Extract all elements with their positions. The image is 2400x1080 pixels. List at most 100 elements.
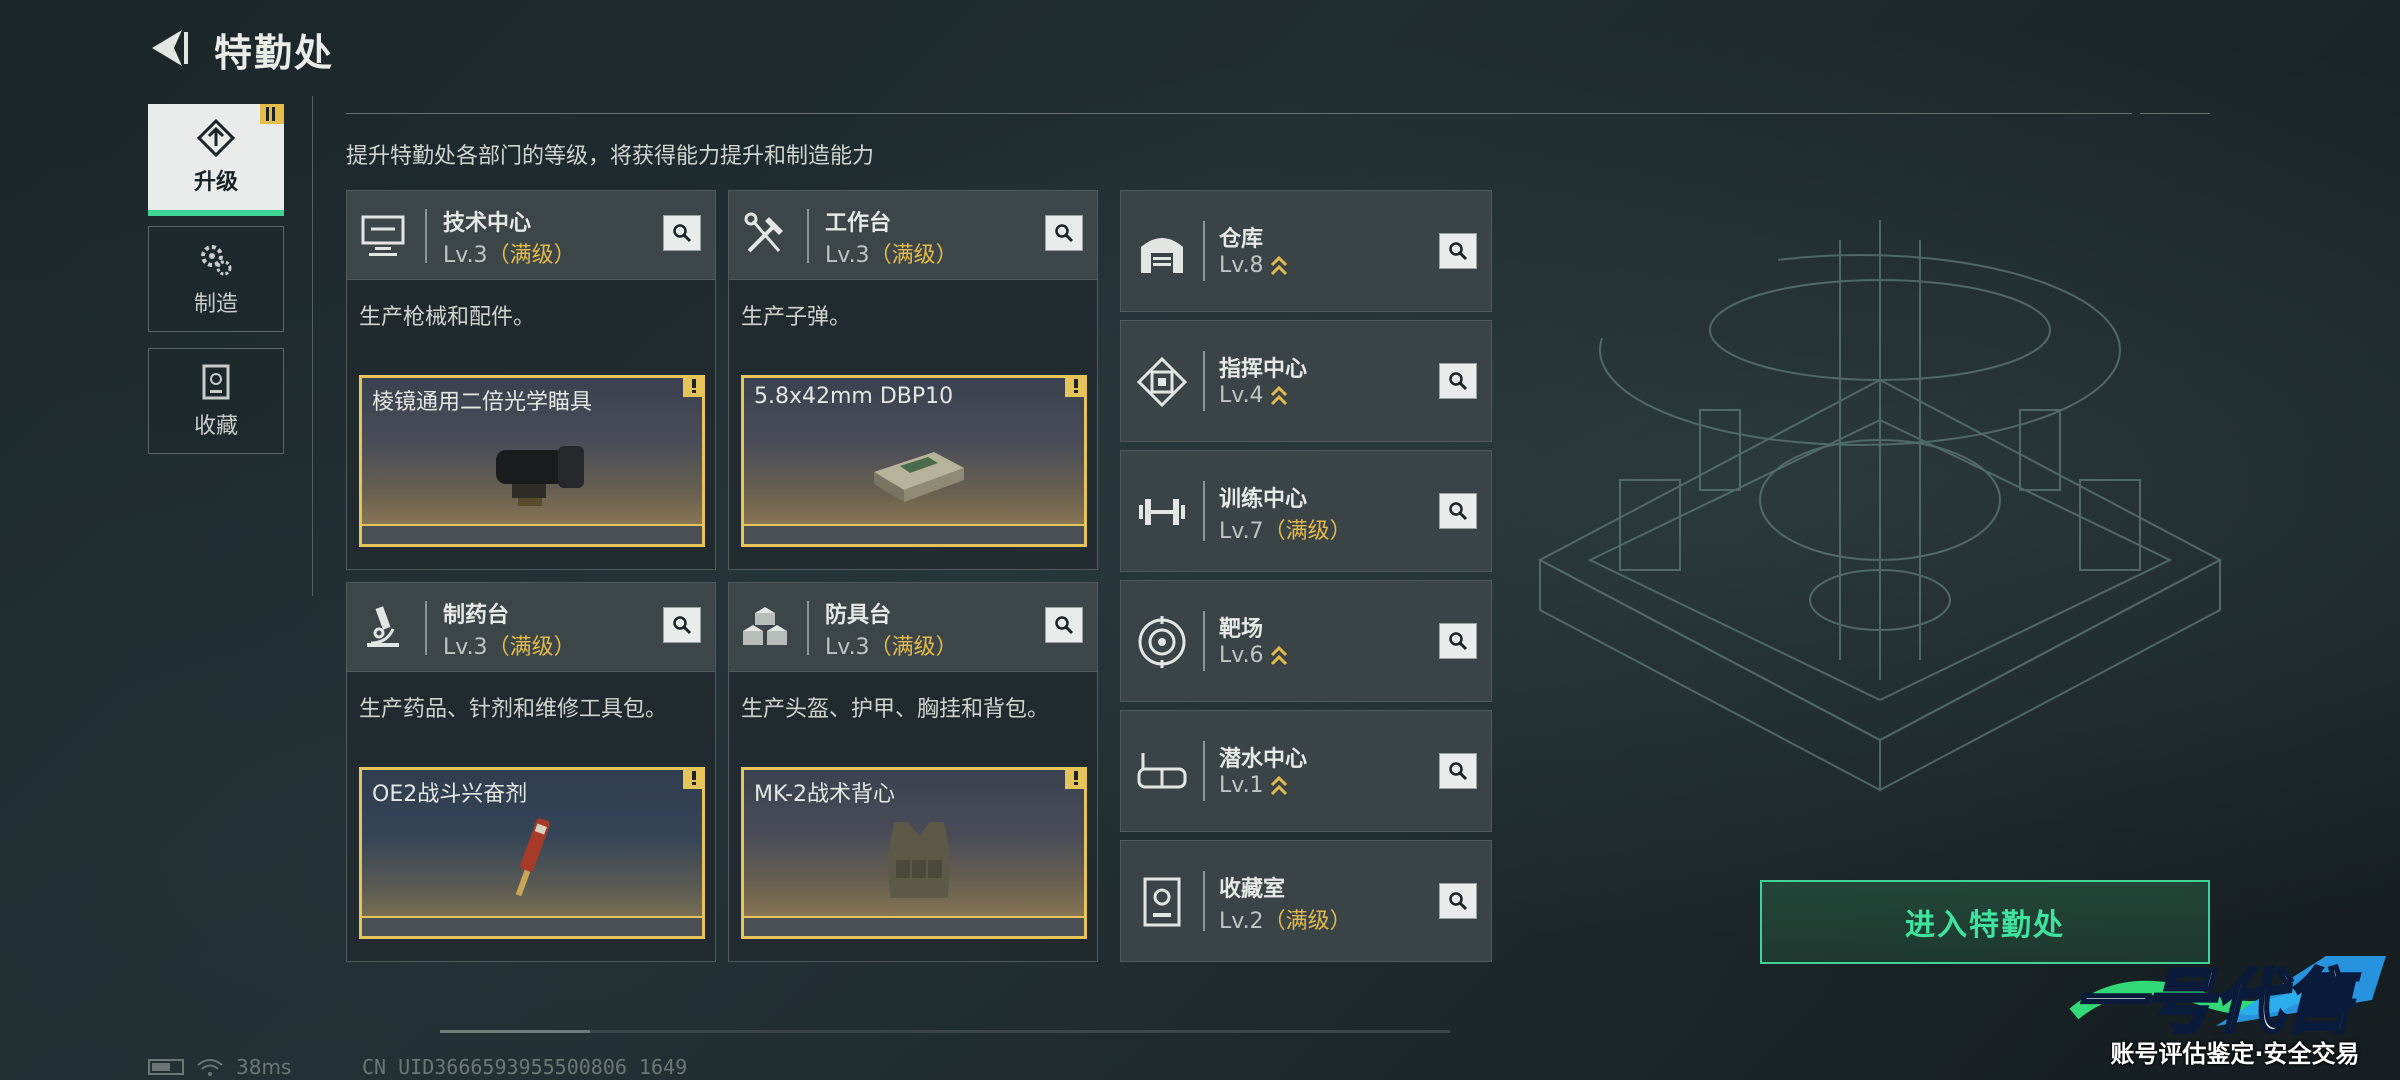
facility-name: 仓库 — [1219, 227, 1264, 252]
divider — [2140, 113, 2210, 114]
facility-level: Lv.1 — [1219, 773, 1288, 799]
craft-item-slot[interactable]: 5.8x42mm DBP10 — [741, 375, 1087, 547]
inspect-button[interactable] — [1045, 215, 1083, 251]
search-icon — [1055, 616, 1074, 635]
facility-level: Lv.4 — [1219, 383, 1288, 409]
facility-description: 生产头盔、护甲、胸挂和背包。 — [741, 697, 1050, 722]
facility-name: 工作台 — [825, 211, 892, 236]
facility-card-workbench[interactable]: 工作台 Lv.3（满级） 生产子弹。 5.8x42mm DBP10 — [728, 190, 1098, 570]
dumbbell-icon — [1139, 499, 1185, 525]
inspect-button[interactable] — [1439, 753, 1477, 789]
trophy-case-icon — [202, 364, 230, 400]
search-icon — [1449, 892, 1468, 911]
monitor-icon — [361, 215, 405, 256]
scope-image — [496, 446, 584, 506]
facility-name: 指挥中心 — [1219, 357, 1308, 382]
search-icon — [1449, 502, 1468, 521]
facility-level: Lv.6 — [1219, 643, 1288, 669]
target-icon — [1138, 616, 1186, 668]
search-icon — [1449, 762, 1468, 781]
facility-description: 生产药品、针剂和维修工具包。 — [359, 697, 668, 722]
status-bar: 38ms — [148, 1055, 291, 1079]
upgrade-available-icon — [1270, 775, 1287, 796]
facility-name: 潜水中心 — [1219, 747, 1308, 772]
tab-label: 升级 — [193, 170, 238, 195]
vault-icon — [1143, 877, 1181, 927]
divider — [312, 96, 313, 596]
inspect-button[interactable] — [1439, 623, 1477, 659]
injector-image — [515, 818, 550, 897]
facility-level: Lv.8 — [1219, 253, 1288, 279]
inspect-button[interactable] — [1439, 883, 1477, 919]
tab-crafting[interactable]: 制造 — [148, 226, 284, 332]
craft-item-slot[interactable]: 棱镜通用二倍光学瞄具 — [359, 375, 705, 547]
page-title: 特勤处 — [214, 31, 335, 75]
inspect-button[interactable] — [1439, 493, 1477, 529]
facility-card-diving-center[interactable]: 潜水中心 Lv.1 — [1120, 710, 1492, 832]
upgrade-icon — [196, 118, 236, 158]
page-subtitle: 提升特勤处各部门的等级，将获得能力提升和制造能力 — [346, 144, 875, 169]
gears-icon — [201, 245, 232, 276]
search-icon — [673, 224, 692, 243]
facility-card-pharmacy[interactable]: 制药台 Lv.3（满级） 生产药品、针剂和维修工具包。 OE2战斗兴奋剂 — [346, 582, 716, 962]
upgrade-available-icon — [1270, 255, 1287, 276]
tab-collection[interactable]: 收藏 — [148, 348, 284, 454]
search-icon — [1449, 372, 1468, 391]
warehouse-icon — [1141, 238, 1183, 273]
scroll-thumb[interactable] — [440, 1030, 590, 1033]
search-icon — [1449, 632, 1468, 651]
facility-level: Lv.3（满级） — [825, 635, 958, 660]
craft-item-slot[interactable]: OE2战斗兴奋剂 — [359, 767, 705, 939]
item-name: MK-2战术背心 — [754, 782, 896, 807]
item-name: OE2战斗兴奋剂 — [372, 782, 528, 807]
ammo-box-image — [874, 452, 964, 502]
facility-card-warehouse[interactable]: 仓库 Lv.8 — [1120, 190, 1492, 312]
search-icon — [673, 616, 692, 635]
facility-card-tech-center[interactable]: 技术中心 Lv.3（满级） 生产枪械和配件。 棱镜通用二倍光学瞄具 — [346, 190, 716, 570]
alert-badge — [683, 375, 705, 397]
inspect-button[interactable] — [1439, 233, 1477, 269]
inspect-button[interactable] — [663, 607, 701, 643]
microscope-icon — [367, 606, 399, 647]
tab-upgrade[interactable]: 升级 — [148, 104, 284, 216]
back-button[interactable] — [148, 26, 190, 70]
goggles-icon — [1137, 753, 1187, 789]
facility-name: 靶场 — [1219, 617, 1264, 642]
back-arrow-icon — [152, 30, 188, 66]
facility-level: Lv.3（满级） — [443, 635, 576, 660]
watermark-tagline: 账号评估鉴定·安全交易 — [2110, 1040, 2360, 1068]
tactical-vest-image — [888, 822, 950, 898]
facility-card-command-center[interactable]: 指挥中心 Lv.4 — [1120, 320, 1492, 442]
inspect-button[interactable] — [1439, 363, 1477, 399]
facility-name: 技术中心 — [443, 211, 532, 236]
scroll-track — [440, 1030, 1450, 1033]
ping-value: 38ms — [236, 1055, 292, 1079]
facility-card-training-center[interactable]: 训练中心 Lv.7（满级） — [1120, 450, 1492, 572]
battery-icon — [148, 1059, 184, 1075]
inspect-button[interactable] — [663, 215, 701, 251]
search-icon — [1055, 224, 1074, 243]
wifi-icon — [197, 1059, 223, 1076]
search-icon — [1449, 242, 1468, 261]
facility-name: 制药台 — [443, 603, 510, 628]
facility-description: 生产子弹。 — [741, 305, 852, 330]
tools-icon — [744, 212, 783, 253]
facility-level: Lv.3（满级） — [825, 243, 958, 268]
cubes-icon — [743, 607, 787, 645]
facility-level: Lv.3（满级） — [443, 243, 576, 268]
facility-level: Lv.7（满级） — [1219, 519, 1352, 544]
enter-button-label: 进入特勤处 — [1905, 908, 2065, 943]
craft-item-slot[interactable]: MK-2战术背心 — [741, 767, 1087, 939]
alert-badge — [1065, 767, 1087, 789]
facility-description: 生产枪械和配件。 — [359, 305, 536, 330]
divider — [346, 113, 2132, 114]
item-name: 5.8x42mm DBP10 — [754, 384, 954, 409]
notification-badge — [260, 104, 284, 124]
facility-card-armor-bench[interactable]: 防具台 Lv.3（满级） 生产头盔、护甲、胸挂和背包。 MK-2战术背心 — [728, 582, 1098, 962]
inspect-button[interactable] — [1045, 607, 1083, 643]
facility-card-collection-room[interactable]: 收藏室 Lv.2（满级） — [1120, 840, 1492, 962]
facility-card-shooting-range[interactable]: 靶场 Lv.6 — [1120, 580, 1492, 702]
tab-label: 收藏 — [193, 414, 238, 439]
facility-name: 防具台 — [825, 603, 892, 628]
facility-name: 收藏室 — [1219, 877, 1286, 902]
